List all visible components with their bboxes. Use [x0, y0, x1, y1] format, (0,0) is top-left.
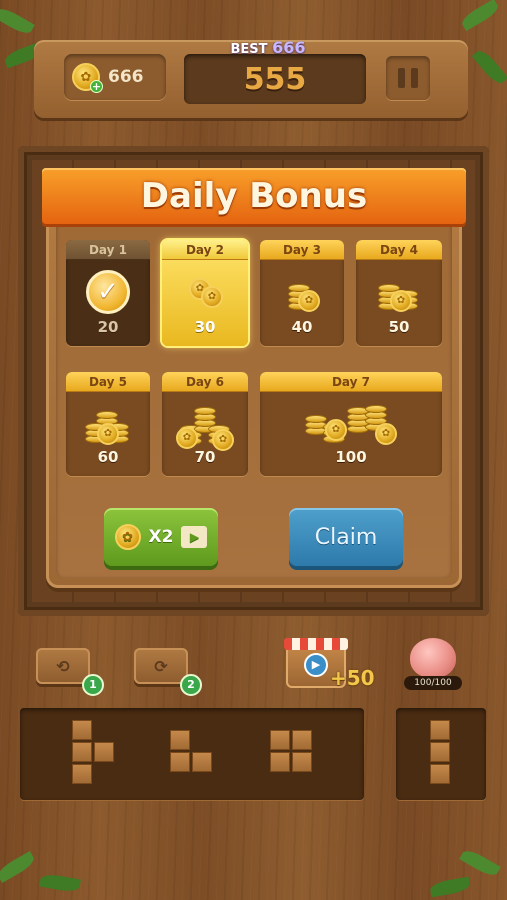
- day-label: Day 5: [66, 372, 150, 392]
- leaf-decoration: [0, 850, 37, 884]
- day-amount: 70: [194, 448, 216, 466]
- dialog-title: Daily Bonus: [140, 176, 368, 216]
- day-card-2[interactable]: Day 2 ✿ ✿ 30: [162, 240, 248, 346]
- coin-balance: 666: [108, 67, 144, 87]
- piece-tray: [20, 708, 364, 800]
- coin-stack-icon: ✿ ✿: [176, 399, 234, 451]
- day-card-6: Day 6 ✿ ✿ 70: [162, 372, 248, 476]
- day-card-7: Day 7 ✿ ✿ 100: [260, 372, 442, 476]
- current-score: 555: [184, 54, 366, 104]
- video-icon: ▶: [181, 526, 208, 548]
- plus-icon: +: [90, 80, 103, 93]
- piece-l[interactable]: [170, 730, 214, 774]
- coin-stack-icon: ✿: [376, 272, 422, 312]
- day-label: Day 4: [356, 240, 442, 260]
- coin-stack-icon: ✿: [83, 401, 133, 445]
- pause-icon: [398, 68, 405, 88]
- pause-button[interactable]: [386, 56, 430, 100]
- leaf-decoration: [459, 0, 501, 32]
- dialog-banner: Daily Bonus: [42, 168, 466, 224]
- day-amount: 30: [194, 318, 216, 336]
- rotate-tool-button[interactable]: ⟲ 1: [36, 648, 104, 696]
- refresh-icon: ⟳: [154, 656, 168, 676]
- paw-coin-icon: ✿ +: [72, 63, 103, 93]
- double-reward-button[interactable]: ✿ X2 ▶: [104, 508, 218, 566]
- leaf-decoration: [459, 846, 501, 880]
- day-amount: 40: [291, 318, 313, 336]
- coin-stack-icon: ✿: [284, 272, 320, 312]
- day-amount: 100: [335, 448, 367, 466]
- coin-stack-icon: ✿ ✿: [303, 397, 399, 449]
- refresh-tool-button[interactable]: ⟳ 2: [134, 648, 202, 696]
- piece-square[interactable]: [270, 730, 314, 774]
- day-card-5: Day 5 ✿ 60: [66, 372, 150, 476]
- day-label: Day 7: [260, 372, 442, 392]
- double-label: X2: [148, 527, 174, 547]
- coin-balance-button[interactable]: ✿ + 666: [64, 54, 166, 100]
- leaf-decoration: [0, 4, 35, 38]
- day-card-1: Day 1 ✓ 20: [66, 240, 150, 346]
- shop-awning: [284, 638, 348, 650]
- leaf-decoration: [471, 47, 507, 87]
- piece-t[interactable]: [72, 720, 116, 786]
- tool-count-badge: 2: [180, 674, 202, 696]
- coin-stack-icon: ✿ ✿: [185, 274, 225, 310]
- day-card-3: Day 3 ✿ 40: [260, 240, 344, 346]
- leaf-decoration: [39, 872, 81, 894]
- day-amount: 60: [97, 448, 119, 466]
- shop-reward-label: +50: [330, 666, 375, 690]
- day-label: Day 1: [66, 240, 150, 260]
- day-label: Day 2: [162, 240, 248, 260]
- claim-button[interactable]: Claim: [289, 508, 403, 566]
- rotate-icon: ⟲: [56, 656, 70, 676]
- checkmark-icon: ✓: [86, 270, 130, 314]
- claim-label: Claim: [314, 524, 378, 550]
- day-amount: 50: [388, 318, 410, 336]
- tool-count-badge: 1: [82, 674, 104, 696]
- top-bar: ✿ + 666 BEST 666 555: [34, 38, 468, 118]
- day-card-4: Day 4 ✿ 50: [356, 240, 442, 346]
- leaf-decoration: [429, 876, 471, 898]
- piece-i[interactable]: [430, 720, 452, 786]
- paw-coin-icon: ✿: [114, 524, 141, 550]
- piggy-progress: 100/100: [404, 676, 462, 690]
- day-label: Day 3: [260, 240, 344, 260]
- day-label: Day 6: [162, 372, 248, 392]
- video-play-icon: ▶: [304, 653, 328, 677]
- day-amount: 20: [97, 318, 119, 336]
- piggy-bank-icon[interactable]: [410, 638, 456, 678]
- piece-tray-hold: [396, 708, 486, 800]
